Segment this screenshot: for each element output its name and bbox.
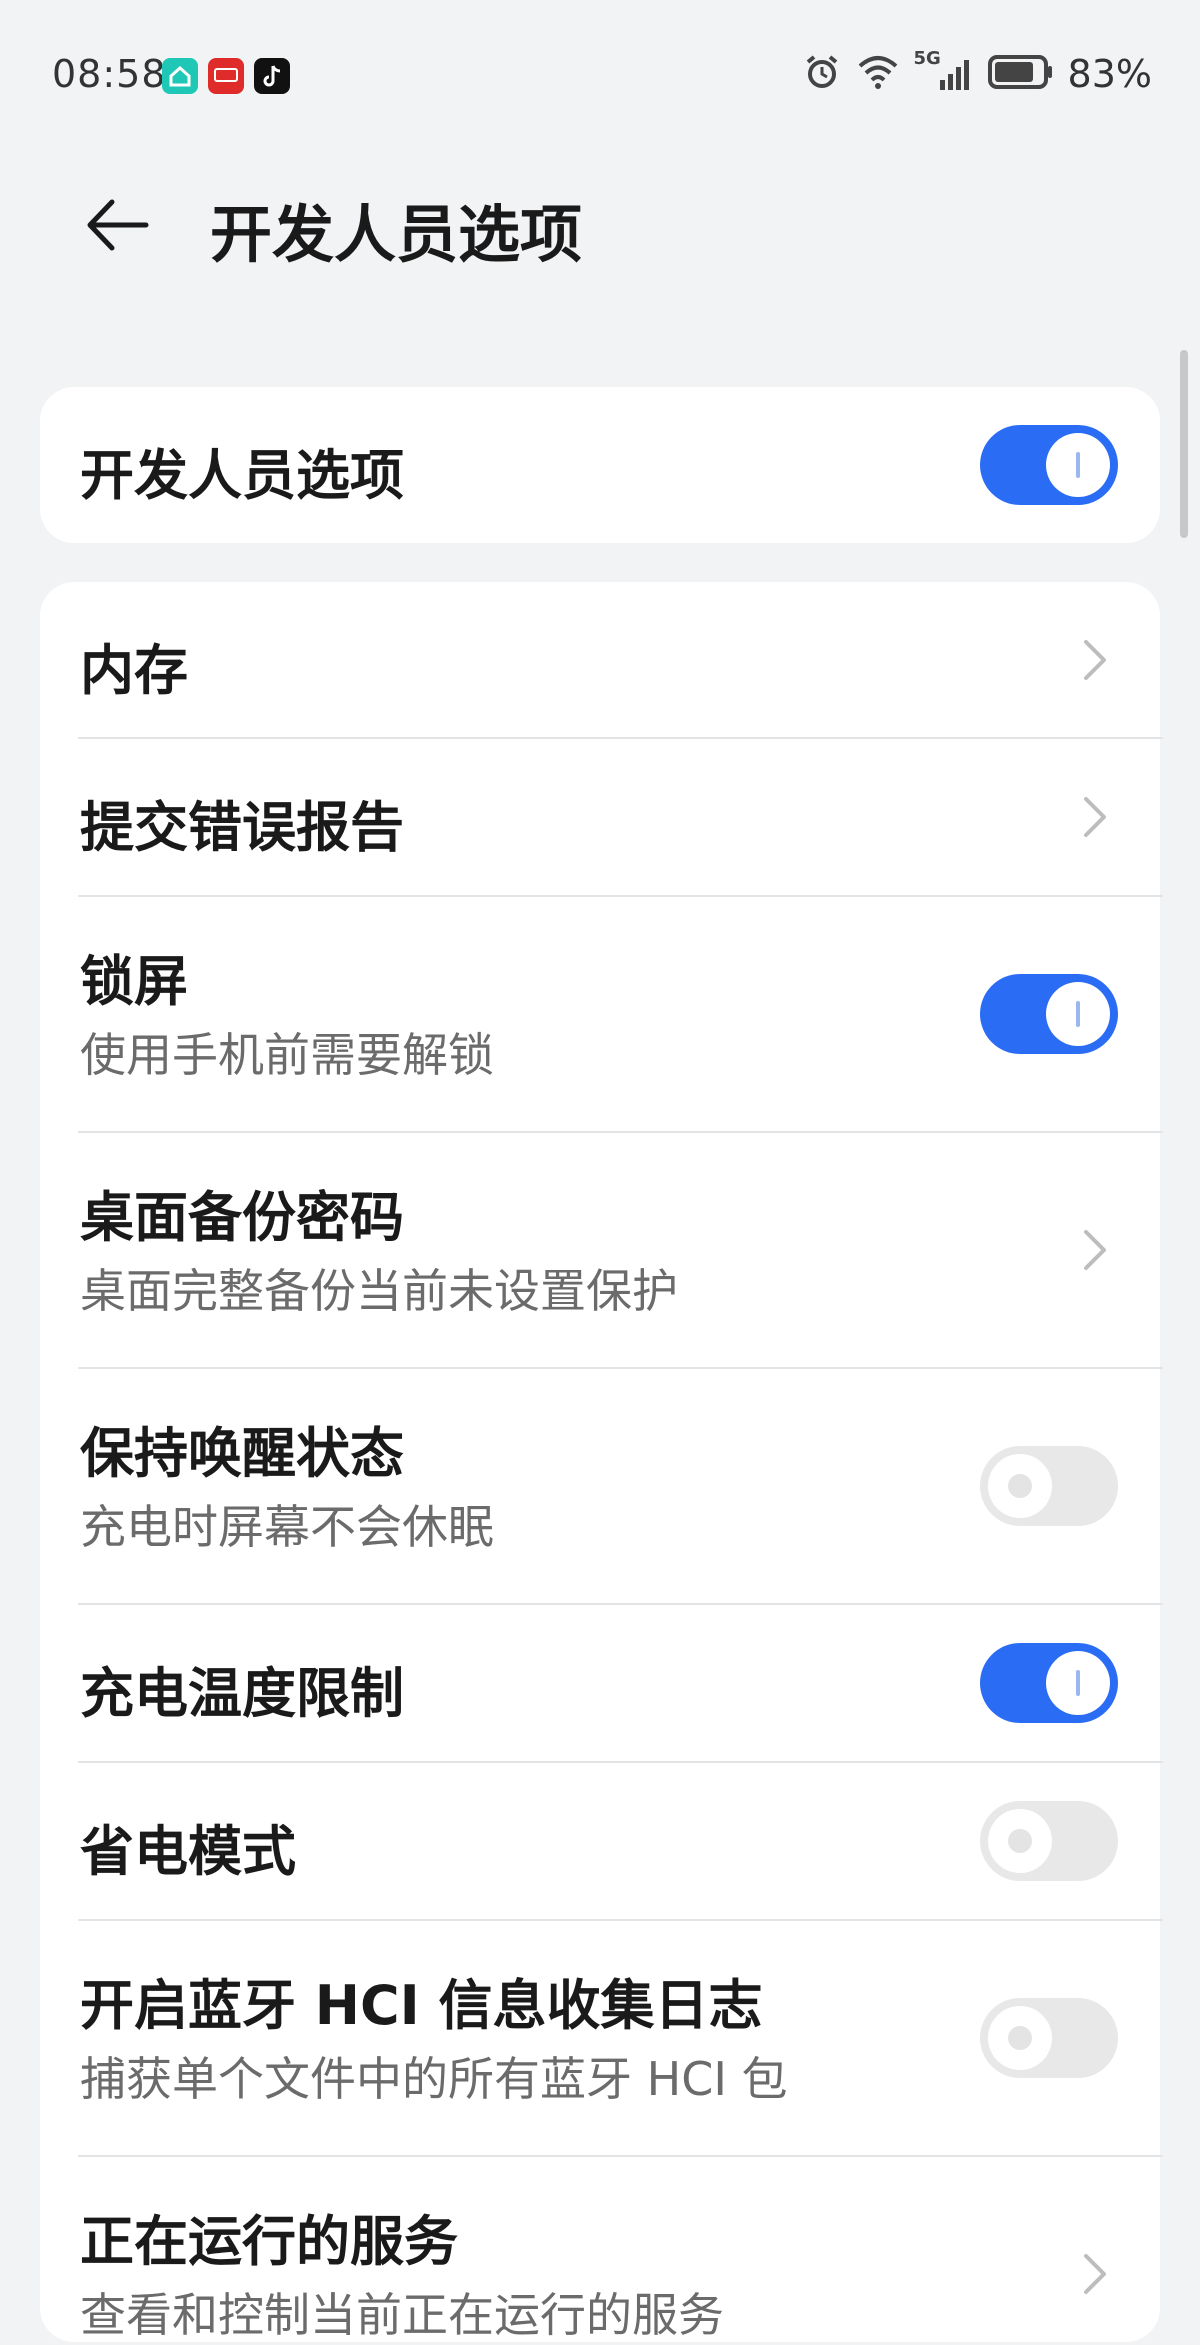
- setting-title: 提交错误报告: [80, 796, 404, 859]
- setting-row-memory[interactable]: 内存: [40, 582, 1160, 738]
- developer-options-master-row[interactable]: 开发人员选项: [40, 387, 1160, 543]
- setting-subtitle: 桌面完整备份当前未设置保护: [80, 1264, 678, 1318]
- toggle-knob: [1046, 1651, 1110, 1715]
- developer-options-toggle[interactable]: [980, 425, 1118, 505]
- settings-list-card: 内存 提交错误报告 锁屏 使用手机前需要解锁 桌面备份密码 桌面完整备份当前未设…: [40, 582, 1163, 2342]
- app-header: 开发人员选项: [0, 170, 1200, 280]
- setting-title: 内存: [80, 639, 188, 702]
- setting-subtitle: 使用手机前需要解锁: [80, 1028, 494, 1082]
- setting-title: 开启蓝牙 HCI 信息收集日志: [80, 1974, 763, 2037]
- setting-row-bug-report[interactable]: 提交错误报告: [40, 739, 1160, 895]
- back-arrow-icon[interactable]: [82, 190, 152, 260]
- setting-title: 锁屏: [80, 950, 188, 1013]
- signal-icon: 5G: [914, 48, 974, 94]
- setting-row-running-services[interactable]: 正在运行的服务 查看和控制当前正在运行的服务: [40, 2157, 1160, 2342]
- chevron-right-icon: [1076, 793, 1112, 841]
- page-title: 开发人员选项: [210, 198, 583, 271]
- setting-row-bluetooth-hci-log[interactable]: 开启蓝牙 HCI 信息收集日志 捕获单个文件中的所有蓝牙 HCI 包: [40, 1921, 1160, 2155]
- chevron-right-icon: [1076, 2250, 1112, 2298]
- setting-title: 桌面备份密码: [80, 1186, 404, 1249]
- setting-row-charging-temp-limit[interactable]: 充电温度限制: [40, 1605, 1160, 1761]
- setting-row-power-saving-mode[interactable]: 省电模式: [40, 1763, 1160, 1919]
- setting-row-stay-awake[interactable]: 保持唤醒状态 充电时屏幕不会休眠: [40, 1369, 1160, 1603]
- alarm-icon: [802, 52, 842, 96]
- charging-temp-limit-toggle[interactable]: [980, 1643, 1118, 1723]
- developer-options-master-card: 开发人员选项: [40, 387, 1160, 543]
- lock-screen-toggle[interactable]: [980, 974, 1118, 1054]
- setting-title: 保持唤醒状态: [80, 1422, 404, 1485]
- toggle-knob: [1046, 433, 1110, 497]
- toggle-knob: [988, 1454, 1052, 1518]
- tiktok-app-icon: [254, 58, 290, 94]
- setting-title: 充电温度限制: [80, 1662, 404, 1725]
- setting-subtitle: 充电时屏幕不会休眠: [80, 1500, 494, 1554]
- cloud-pay-app-icon: [208, 58, 244, 94]
- toggle-knob: [1046, 982, 1110, 1046]
- home-app-icon: [162, 58, 198, 94]
- setting-row-desktop-backup-password[interactable]: 桌面备份密码 桌面完整备份当前未设置保护: [40, 1133, 1160, 1367]
- battery-icon: [987, 54, 1054, 94]
- stay-awake-toggle[interactable]: [980, 1446, 1118, 1526]
- wifi-icon: [856, 52, 900, 96]
- power-saving-mode-toggle[interactable]: [980, 1801, 1118, 1881]
- toggle-knob: [988, 2006, 1052, 2070]
- bluetooth-hci-log-toggle[interactable]: [980, 1998, 1118, 2078]
- setting-subtitle: 捕获单个文件中的所有蓝牙 HCI 包: [80, 2052, 788, 2106]
- setting-title: 正在运行的服务: [80, 2210, 458, 2273]
- scrollbar[interactable]: [1180, 350, 1188, 538]
- setting-subtitle: 查看和控制当前正在运行的服务: [80, 2288, 724, 2342]
- setting-title: 省电模式: [80, 1820, 296, 1883]
- master-switch-label: 开发人员选项: [80, 444, 404, 507]
- status-time: 08:58: [52, 52, 167, 96]
- chevron-right-icon: [1076, 1226, 1112, 1274]
- setting-row-lock-screen[interactable]: 锁屏 使用手机前需要解锁: [40, 897, 1160, 1131]
- battery-percent: 83%: [1067, 52, 1152, 96]
- chevron-right-icon: [1076, 636, 1112, 684]
- toggle-knob: [988, 1809, 1052, 1873]
- status-bar: 08:58 5G 83%: [0, 0, 1200, 150]
